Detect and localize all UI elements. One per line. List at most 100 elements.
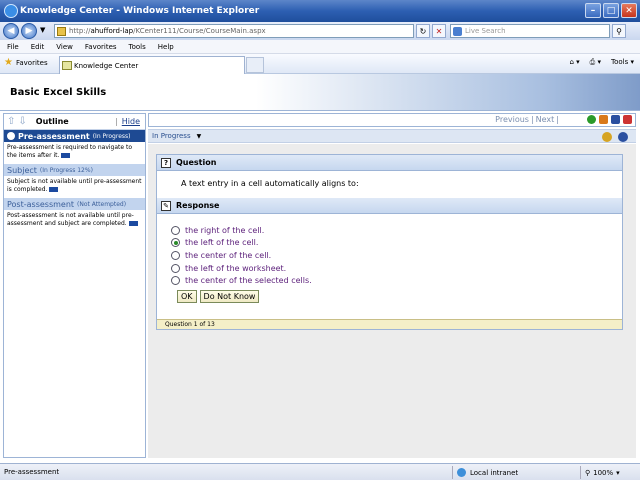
url-field[interactable]: http://ahufford-lap/KCenter111/Course/Co… xyxy=(54,24,414,38)
window-controls: – □ ✕ xyxy=(585,3,637,18)
stop-icon[interactable]: ✕ xyxy=(432,24,446,38)
section-status: (In Progress 12%) xyxy=(39,166,93,174)
section-status: (In Progress) xyxy=(92,132,131,140)
address-bar: ◀ ▶ ▼ http://ahufford-lap/KCenter111/Cou… xyxy=(0,22,640,40)
info-icon[interactable] xyxy=(128,221,138,226)
answer-option[interactable]: the left of the cell. xyxy=(171,237,622,250)
status-icons xyxy=(602,132,628,142)
main-area: ? Question A text entry in a cell automa… xyxy=(148,144,636,458)
radio-button[interactable] xyxy=(171,263,180,273)
do-not-know-button[interactable]: Do Not Know xyxy=(199,289,260,303)
zoom-icon: ⚲ xyxy=(585,468,591,477)
menu-bar: File Edit View Favorites Tools Help xyxy=(0,40,640,54)
print-icon[interactable]: ⎙ ▾ xyxy=(590,58,601,67)
help-icon[interactable] xyxy=(618,132,628,142)
radio-button-selected[interactable] xyxy=(171,238,180,248)
home-icon[interactable]: ⌂ ▾ xyxy=(569,58,579,67)
next-link[interactable]: Next xyxy=(536,115,555,124)
section-note-text: Post-assessment is not available until p… xyxy=(7,212,134,227)
answer-label: the center of the cell. xyxy=(185,250,272,260)
zoom-level: 100% xyxy=(593,468,614,477)
down-arrow-icon[interactable]: ⇩ xyxy=(18,116,26,127)
menu-edit[interactable]: Edit xyxy=(31,43,45,51)
navigation-bar: Previous | Next | xyxy=(148,113,636,127)
url-host: ahufford-lap xyxy=(90,27,134,35)
question-card: ? Question A text entry in a cell automa… xyxy=(156,154,623,330)
globe-icon xyxy=(457,468,466,477)
answer-label: the left of the cell. xyxy=(185,238,259,248)
refresh-icon[interactable]: ↻ xyxy=(416,24,430,38)
section-subject[interactable]: Subject (In Progress 12%) xyxy=(4,164,145,176)
radio-button[interactable] xyxy=(171,250,180,260)
ok-button[interactable]: OK xyxy=(177,289,197,303)
radio-button[interactable] xyxy=(171,276,180,286)
answer-label: the center of the selected cells. xyxy=(185,276,312,286)
search-placeholder: Live Search xyxy=(465,27,506,35)
recent-pages-dropdown-icon[interactable]: ▼ xyxy=(40,26,45,34)
favorites-bar: ★ Favorites Knowledge Center ⌂ ▾ ⎙ ▾ Too… xyxy=(0,54,640,74)
menu-tools[interactable]: Tools xyxy=(129,43,146,51)
course-header: Basic Excel Skills xyxy=(0,74,640,111)
section-note-text: Subject is not available until pre-asses… xyxy=(7,178,142,193)
separator: | xyxy=(530,115,534,124)
radio-button[interactable] xyxy=(171,225,180,235)
go-icon[interactable] xyxy=(587,115,596,124)
tab-knowledge-center[interactable]: Knowledge Center xyxy=(59,56,245,74)
section-title: Pre-assessment xyxy=(18,131,90,141)
question-text: A text entry in a cell automatically ali… xyxy=(181,179,359,188)
maximize-button[interactable]: □ xyxy=(603,3,619,18)
progress-status[interactable]: In Progress xyxy=(152,132,191,140)
menu-favorites[interactable]: Favorites xyxy=(85,43,117,51)
zone-label: Local intranet xyxy=(470,468,519,477)
chevron-down-icon[interactable]: ▼ xyxy=(197,133,202,140)
forward-arrow-icon[interactable]: ▶ xyxy=(21,23,37,39)
home-icon[interactable] xyxy=(599,115,608,124)
search-input[interactable]: Live Search xyxy=(450,24,610,38)
tab-label: Knowledge Center xyxy=(74,61,139,70)
menu-help[interactable]: Help xyxy=(158,43,174,51)
favorites-button[interactable]: ★ Favorites xyxy=(4,57,48,68)
info-icon[interactable] xyxy=(49,187,59,192)
section-post-assessment[interactable]: Post-assessment (Not Attempted) xyxy=(4,198,145,210)
section-pre-assessment[interactable]: Pre-assessment (In Progress) xyxy=(4,130,145,142)
help-icon[interactable] xyxy=(611,115,620,124)
current-section-icon xyxy=(7,132,15,140)
ie-logo-icon xyxy=(4,4,18,18)
settings-icon[interactable] xyxy=(602,132,612,142)
answer-option[interactable]: the left of the worksheet. xyxy=(171,262,622,275)
previous-link[interactable]: Previous xyxy=(495,115,529,124)
minimize-button[interactable]: – xyxy=(585,3,601,18)
answer-option[interactable]: the center of the cell. xyxy=(171,249,622,262)
close-button[interactable]: ✕ xyxy=(621,3,637,18)
status-bar: Pre-assessment Local intranet ⚲ 100% ▾ xyxy=(0,463,640,480)
chevron-down-icon: ▾ xyxy=(616,468,620,477)
section-title: Post-assessment xyxy=(7,199,75,209)
section-note: Pre-assessment is required to navigate t… xyxy=(4,142,145,164)
page-content: Basic Excel Skills ⇧ ⇩ Outline | Hide Pr… xyxy=(0,74,640,463)
response-header: ✎ Response xyxy=(157,198,622,214)
answer-option[interactable]: the center of the selected cells. xyxy=(171,274,622,287)
search-go-icon[interactable]: ⚲ xyxy=(612,24,626,38)
question-progress: Question 1 of 13 xyxy=(157,319,622,329)
nav-icons xyxy=(587,115,632,124)
tools-label: Tools xyxy=(611,58,629,66)
menu-file[interactable]: File xyxy=(7,43,19,51)
security-zone[interactable]: Local intranet xyxy=(452,466,518,479)
separator: | xyxy=(556,115,559,124)
url-path: /KCenter111/Course/CourseMain.aspx xyxy=(133,27,266,35)
tools-menu[interactable]: Tools ▾ xyxy=(611,58,634,67)
exit-icon[interactable] xyxy=(623,115,632,124)
up-arrow-icon[interactable]: ⇧ xyxy=(7,116,15,127)
menu-view[interactable]: View xyxy=(56,43,73,51)
course-title: Basic Excel Skills xyxy=(10,87,107,98)
new-tab-button[interactable] xyxy=(246,57,264,73)
zoom-control[interactable]: ⚲ 100% ▾ xyxy=(580,466,620,479)
section-title: Subject xyxy=(7,165,37,175)
hide-link[interactable]: Hide xyxy=(122,117,140,126)
command-bar: ⌂ ▾ ⎙ ▾ Tools ▾ xyxy=(569,58,634,67)
answer-option[interactable]: the right of the cell. xyxy=(171,224,622,237)
info-icon[interactable] xyxy=(61,153,71,158)
star-icon: ★ xyxy=(4,57,13,68)
back-arrow-icon[interactable]: ◀ xyxy=(3,23,19,39)
favorites-label: Favorites xyxy=(15,58,48,67)
